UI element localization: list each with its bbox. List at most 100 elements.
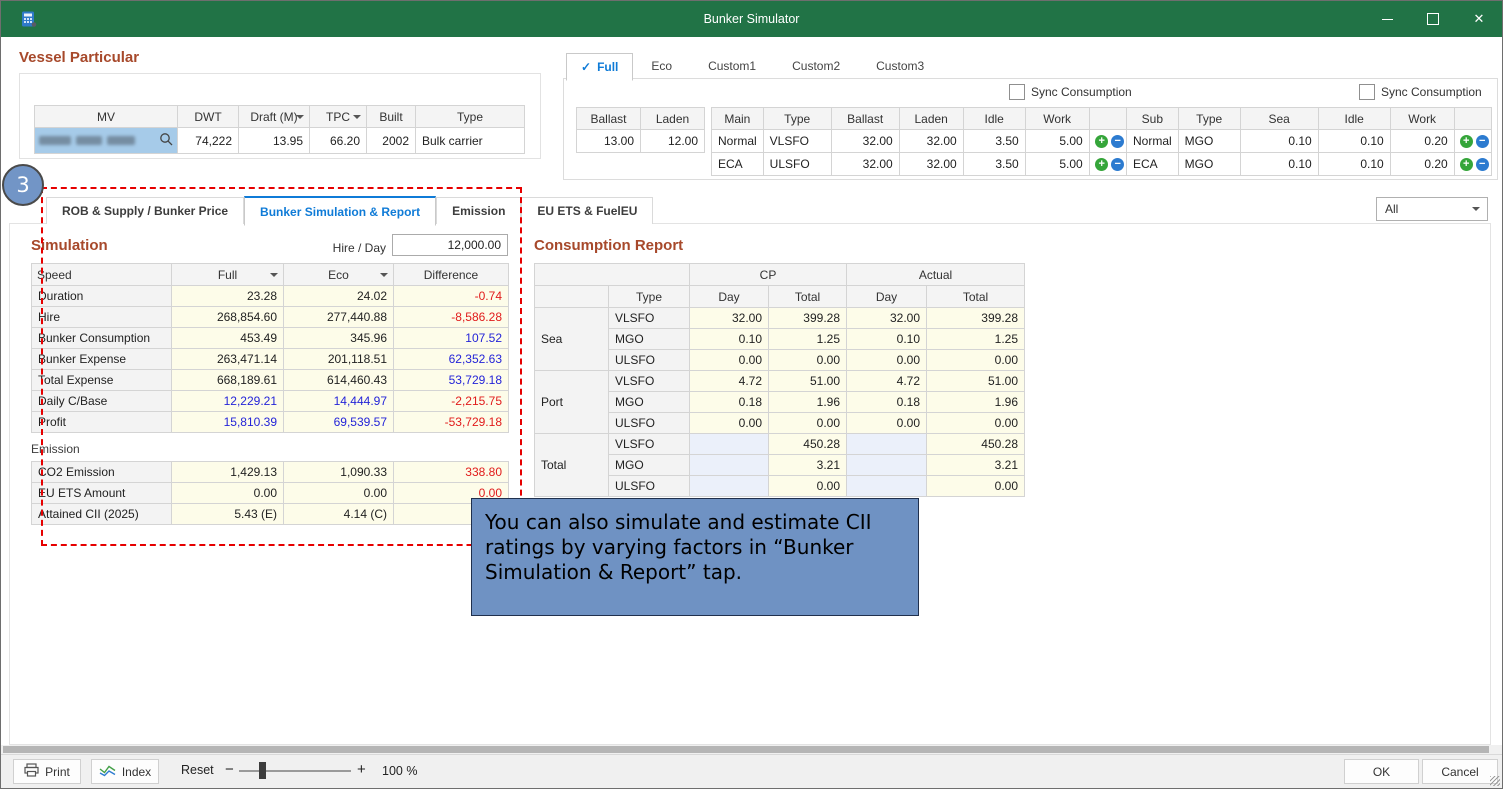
zoom-out-button[interactable]: − — [225, 761, 234, 778]
add-row-icon[interactable]: + — [1460, 135, 1473, 148]
sync-consumption-label: Sync Consumption — [1031, 85, 1132, 99]
tab-custom1[interactable]: Custom1 — [690, 53, 774, 78]
add-row-icon[interactable]: + — [1095, 158, 1108, 171]
grid-cell[interactable]: 12.00 — [641, 130, 705, 153]
maximize-button[interactable] — [1410, 1, 1456, 37]
resize-grip[interactable] — [1490, 776, 1500, 786]
value-cell: -2,215.75 — [394, 391, 509, 412]
value-cell — [690, 434, 769, 455]
sync-consumption-checkbox[interactable] — [1009, 84, 1025, 100]
tab-custom3[interactable]: Custom3 — [858, 53, 942, 78]
column-header-speed: Speed — [32, 264, 172, 286]
group-label: Sea — [535, 308, 609, 371]
data-row: CO2 Emission1,429.131,090.33338.80 — [32, 462, 509, 483]
print-button[interactable]: Print — [13, 759, 81, 784]
index-button[interactable]: Index — [91, 759, 159, 784]
tab-bunker-simulation-report[interactable]: Bunker Simulation & Report — [244, 196, 436, 226]
column-header-eco[interactable]: Eco — [284, 264, 394, 286]
filter-dropdown[interactable]: All — [1376, 197, 1488, 221]
redacted-text — [39, 136, 71, 145]
cancel-button[interactable]: Cancel — [1422, 759, 1498, 784]
tab-full[interactable]: ✓Full — [566, 53, 633, 81]
remove-row-icon[interactable]: − — [1476, 158, 1489, 171]
scrollbar-thumb[interactable] — [3, 746, 1489, 753]
grid-cell[interactable]: 0.10 — [1318, 130, 1390, 153]
grid-cell[interactable]: 0.20 — [1390, 130, 1454, 153]
value-cell: 32.00 — [690, 308, 769, 329]
value-cell: 0.00 — [284, 483, 394, 504]
fuel-type-cell: VLSFO — [609, 434, 690, 455]
grid-cell[interactable]: 5.00 — [1025, 153, 1089, 176]
remove-row-icon[interactable]: − — [1111, 135, 1124, 148]
data-row: Hire268,854.60277,440.88-8,586.28 — [32, 307, 509, 328]
add-row-icon[interactable]: + — [1095, 135, 1108, 148]
grid-cell[interactable]: ECA — [1127, 153, 1179, 176]
window-title: Bunker Simulator — [704, 12, 800, 26]
column-header-mv: MV — [35, 106, 178, 128]
grid-cell[interactable]: MGO — [1178, 130, 1240, 153]
fuel-type-cell: VLSFO — [609, 371, 690, 392]
grid-cell[interactable]: Normal — [712, 130, 764, 153]
grid-cell[interactable]: 13.00 — [577, 130, 641, 153]
column-header-full[interactable]: Full — [172, 264, 284, 286]
tab-custom2[interactable]: Custom2 — [774, 53, 858, 78]
vessel-name-redacted — [39, 128, 173, 153]
value-cell: 263,471.14 — [172, 349, 284, 370]
search-icon[interactable] — [159, 132, 173, 149]
index-button-label: Index — [122, 765, 151, 779]
grid-cell[interactable]: Normal — [1127, 130, 1179, 153]
close-button[interactable]: ✕ — [1456, 1, 1502, 37]
tab-rob-supply-bunker-price[interactable]: ROB & Supply / Bunker Price — [46, 197, 244, 224]
horizontal-scrollbar[interactable] — [1, 745, 1502, 754]
value-cell: 23.28 — [172, 286, 284, 307]
add-row-icon[interactable]: + — [1460, 158, 1473, 171]
filter-arrow-icon[interactable] — [353, 115, 361, 119]
ok-button[interactable]: OK — [1344, 759, 1419, 784]
grid-cell[interactable]: 32.00 — [831, 153, 899, 176]
grid-cell[interactable]: 3.50 — [963, 153, 1025, 176]
value-cell: 0.00 — [690, 413, 769, 434]
grid-cell[interactable]: MGO — [1178, 153, 1240, 176]
value-cell: 12,229.21 — [172, 391, 284, 412]
value-cell: 450.28 — [769, 434, 847, 455]
grid-cell[interactable]: 0.10 — [1240, 130, 1318, 153]
tab-emission[interactable]: Emission — [436, 197, 521, 224]
grid-cell[interactable]: 32.00 — [899, 153, 963, 176]
zoom-slider-handle[interactable] — [259, 762, 266, 779]
sync-consumption-checkbox[interactable] — [1359, 84, 1375, 100]
grid-cell[interactable]: ECA — [712, 153, 764, 176]
sync-consumption-main: Sync Consumption — [1009, 84, 1132, 100]
column-header-total: Total — [927, 286, 1025, 308]
zoom-in-button[interactable]: + — [357, 761, 366, 778]
group-label: Port — [535, 371, 609, 434]
fuel-type-cell: MGO — [609, 455, 690, 476]
grid-cell[interactable]: 32.00 — [899, 130, 963, 153]
data-row: NormalVLSFO32.0032.003.505.00+− — [712, 130, 1128, 153]
remove-row-icon[interactable]: − — [1476, 135, 1489, 148]
column-header-draft-m: Draft (M) — [239, 106, 310, 128]
value-cell: 201,118.51 — [284, 349, 394, 370]
vessel-cell: Bulk carrier — [416, 128, 525, 154]
filter-arrow-icon[interactable] — [296, 115, 304, 119]
reset-label[interactable]: Reset — [181, 763, 214, 777]
tab-eu-ets-fueleu[interactable]: EU ETS & FuelEU — [521, 197, 653, 224]
grid-cell[interactable]: 0.10 — [1240, 153, 1318, 176]
minimize-icon — [1382, 19, 1393, 20]
hire-day-input[interactable] — [392, 234, 508, 256]
grid-cell[interactable]: 0.20 — [1390, 153, 1454, 176]
grid-cell[interactable]: VLSFO — [763, 130, 831, 153]
data-row: Total Expense668,189.61614,460.4353,729.… — [32, 370, 509, 391]
remove-row-icon[interactable]: − — [1111, 158, 1124, 171]
zoom-slider-track[interactable] — [239, 770, 351, 772]
grid-cell[interactable]: 5.00 — [1025, 130, 1089, 153]
grid-cell[interactable]: 0.10 — [1318, 153, 1390, 176]
vessel-name-cell[interactable] — [35, 128, 178, 154]
minimize-button[interactable] — [1364, 1, 1410, 37]
vessel-row: 74,22213.9566.202002Bulk carrier — [35, 128, 525, 154]
column-header-idle: Idle — [1318, 108, 1390, 130]
grid-cell[interactable]: 3.50 — [963, 130, 1025, 153]
tab-eco[interactable]: Eco — [633, 53, 690, 78]
grid-cell[interactable]: 32.00 — [831, 130, 899, 153]
grid-cell[interactable]: ULSFO — [763, 153, 831, 176]
data-row: MGO0.101.250.101.25 — [535, 329, 1025, 350]
